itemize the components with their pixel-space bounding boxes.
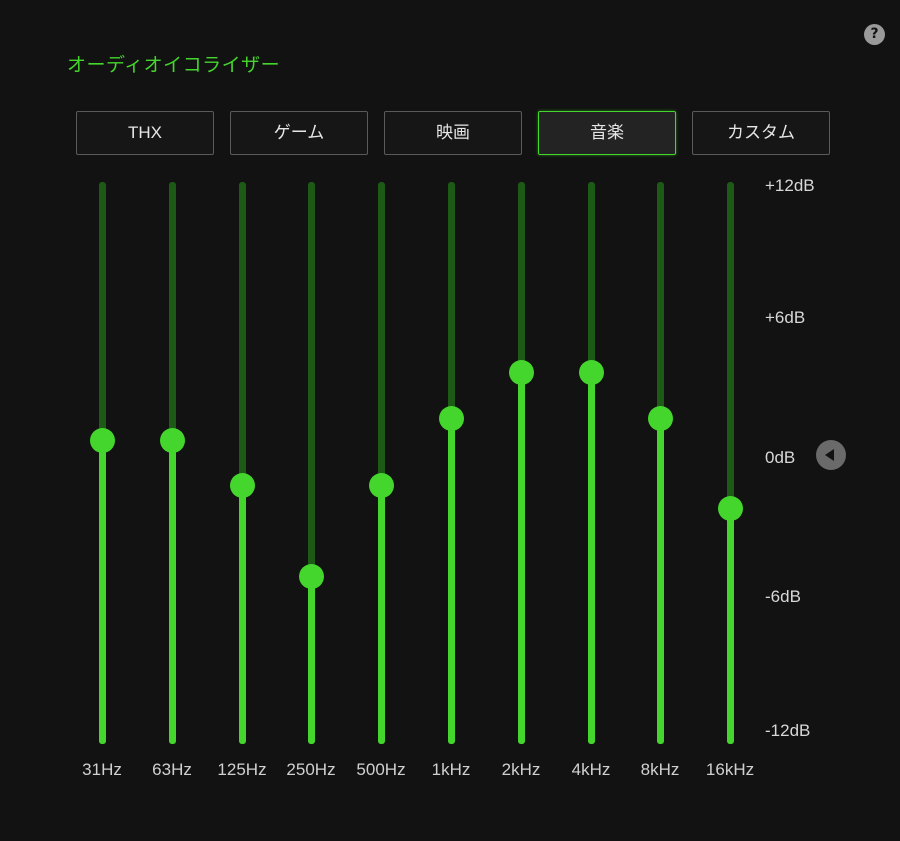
freq-label-31Hz: 31Hz [82, 760, 122, 779]
eq-band-8kHz-level [656, 418, 664, 744]
eq-band-8kHz-handle[interactable] [647, 405, 673, 431]
eq-band-31Hz-level [98, 440, 106, 744]
eq-band-31Hz-handle[interactable] [89, 428, 115, 454]
eq-band-500Hz-handle[interactable] [368, 473, 394, 499]
eq-band-63Hz-track[interactable] [168, 182, 176, 744]
eq-band-16kHz-track[interactable] [726, 182, 734, 744]
db-label-zero: 0dB [765, 448, 796, 467]
freq-label-63Hz: 63Hz [152, 760, 192, 779]
eq-band-125Hz-handle[interactable] [229, 473, 255, 499]
freq-label-250Hz: 250Hz [286, 760, 336, 779]
eq-band-1kHz-handle[interactable] [438, 405, 464, 431]
db-label-minus6: -6dB [765, 587, 801, 606]
eq-band-4kHz-handle[interactable] [578, 360, 604, 386]
eq-band-250Hz-handle[interactable] [298, 563, 324, 589]
eq-band-2kHz-level [517, 372, 525, 744]
eq-band-2kHz-handle[interactable] [508, 360, 534, 386]
eq-band-2kHz-track[interactable] [517, 182, 525, 744]
preset-custom-button[interactable]: カスタム [692, 111, 830, 155]
equalizer-title: オーディオイコライザー [67, 54, 281, 76]
eq-band-16kHz-handle[interactable] [717, 496, 743, 522]
eq-band-16kHz-level [726, 508, 734, 744]
eq-band-31Hz-track[interactable] [98, 182, 106, 744]
eq-band-63Hz-level [168, 440, 176, 744]
preset-music-button[interactable]: 音楽 [538, 111, 676, 155]
freq-label-4kHz: 4kHz [571, 760, 611, 779]
eq-band-125Hz-track[interactable] [238, 182, 246, 744]
freq-label-125Hz: 125Hz [217, 760, 267, 779]
freq-label-16kHz: 16kHz [705, 760, 755, 779]
eq-band-500Hz-level [377, 485, 385, 744]
freq-label-2kHz: 2kHz [501, 760, 541, 779]
preset-thx-button[interactable]: THX [76, 111, 214, 155]
triangle-left-icon [825, 449, 834, 461]
db-label-plus6: +6dB [765, 308, 806, 327]
freq-label-500Hz: 500Hz [356, 760, 406, 779]
eq-band-4kHz-track[interactable] [587, 182, 595, 744]
eq-band-63Hz-handle[interactable] [159, 428, 185, 454]
db-label-minus12: -12dB [765, 721, 811, 740]
eq-band-125Hz-level [238, 485, 246, 744]
collapse-button[interactable] [816, 440, 846, 470]
help-icon[interactable]: ? [864, 24, 885, 45]
eq-band-4kHz-level [587, 372, 595, 744]
preset-movie-button[interactable]: 映画 [384, 111, 522, 155]
eq-band-1kHz-track[interactable] [447, 182, 455, 744]
eq-band-1kHz-level [447, 418, 455, 744]
freq-label-8kHz: 8kHz [640, 760, 680, 779]
eq-band-500Hz-track[interactable] [377, 182, 385, 744]
eq-band-8kHz-track[interactable] [656, 182, 664, 744]
preset-game-button[interactable]: ゲーム [230, 111, 368, 155]
freq-label-1kHz: 1kHz [431, 760, 471, 779]
eq-band-250Hz-level [307, 576, 315, 744]
db-label-plus12: +12dB [765, 176, 815, 195]
eq-band-250Hz-track[interactable] [307, 182, 315, 744]
